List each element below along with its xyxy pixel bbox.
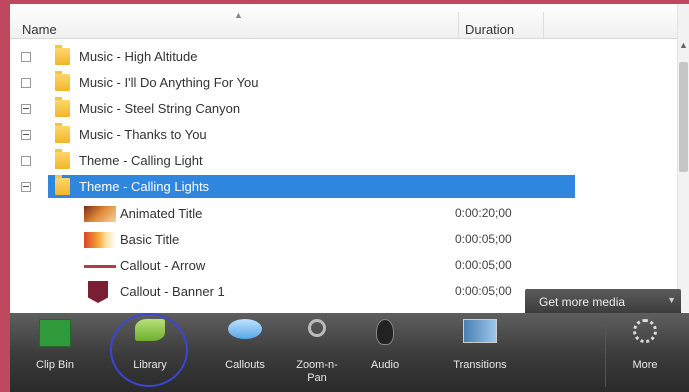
- media-item-label: Animated Title: [120, 206, 203, 221]
- chevron-down-icon: ▼: [667, 295, 676, 305]
- media-item-row[interactable]: Basic Title 0:00:05;00: [10, 227, 678, 253]
- expand-icon[interactable]: [21, 52, 31, 62]
- callout-banner-thumbnail: [88, 281, 108, 303]
- zoom-pan-tab[interactable]: Zoom-n- Pan: [282, 313, 352, 392]
- library-list[interactable]: Name ▲ Duration Music - High Altitude Mu…: [10, 4, 678, 312]
- clip-bin-tab[interactable]: Clip Bin: [10, 313, 100, 392]
- callouts-label: Callouts: [225, 359, 265, 371]
- duration-column-header[interactable]: Duration: [465, 22, 514, 37]
- vertical-scrollbar[interactable]: ▲: [677, 4, 689, 312]
- list-header: Name ▲ Duration: [10, 4, 678, 39]
- library-highlight-ring: [110, 313, 188, 387]
- expand-icon[interactable]: [21, 156, 31, 166]
- audio-label: Audio: [370, 359, 400, 371]
- folder-label: Music - I'll Do Anything For You: [79, 75, 259, 90]
- transitions-label: Transitions: [453, 359, 507, 371]
- zoom-pan-icon: [308, 319, 326, 337]
- more-tab[interactable]: More: [610, 313, 680, 392]
- clip-bin-label: Clip Bin: [36, 359, 74, 371]
- audio-tab[interactable]: Audio: [355, 313, 415, 392]
- get-more-media-label: Get more media: [539, 295, 626, 309]
- media-item-row[interactable]: Animated Title 0:00:20;00: [10, 201, 678, 227]
- transitions-tab[interactable]: Transitions: [430, 313, 530, 392]
- media-item-label: Basic Title: [120, 232, 180, 247]
- column-divider[interactable]: [543, 12, 544, 38]
- collapse-icon[interactable]: [21, 104, 31, 114]
- media-item-duration: 0:00:20;00: [455, 206, 512, 220]
- folder-icon: [55, 97, 70, 117]
- folder-label: Music - Thanks to You: [79, 127, 207, 142]
- toolbar-divider: [605, 319, 606, 387]
- callouts-icon: [228, 319, 262, 339]
- media-item-label: Callout - Arrow: [120, 258, 206, 273]
- folder-row[interactable]: Theme - Calling Light: [10, 148, 678, 174]
- get-more-media-button[interactable]: Get more media ▼: [525, 289, 681, 315]
- sort-arrow-icon: ▲: [234, 10, 243, 20]
- zoom-pan-label-line2: Pan: [307, 372, 327, 384]
- folder-icon: [55, 71, 70, 91]
- audio-icon: [376, 319, 394, 345]
- callouts-tab[interactable]: Callouts: [205, 313, 285, 392]
- folder-icon: [55, 123, 70, 143]
- folder-icon: [55, 45, 70, 65]
- folder-row[interactable]: Music - Steel String Canyon: [10, 96, 678, 122]
- folder-row[interactable]: Music - I'll Do Anything For You: [10, 70, 678, 96]
- clip-bin-icon: [39, 319, 71, 347]
- media-item-duration: 0:00:05;00: [455, 284, 512, 298]
- zoom-pan-label-line1: Zoom-n-: [296, 359, 338, 371]
- media-item-duration: 0:00:05;00: [455, 232, 512, 246]
- media-item-label: Callout - Banner 1: [120, 284, 225, 299]
- animated-title-thumbnail: [84, 206, 116, 222]
- scroll-thumb[interactable]: [679, 62, 688, 172]
- window-frame-left: [0, 0, 10, 392]
- name-column-header[interactable]: Name: [22, 22, 57, 37]
- media-item-duration: 0:00:05;00: [455, 258, 512, 272]
- folder-label: Music - High Altitude: [79, 49, 198, 64]
- transitions-icon: [463, 319, 497, 343]
- more-icon: [633, 319, 657, 343]
- scroll-up-icon[interactable]: ▲: [679, 40, 688, 50]
- folder-icon: [55, 149, 70, 169]
- folder-label: Theme - Calling Light: [79, 153, 203, 168]
- more-label: More: [632, 359, 658, 371]
- folder-row[interactable]: Music - Thanks to You: [10, 122, 678, 148]
- expand-icon[interactable]: [21, 78, 31, 88]
- collapse-icon[interactable]: [21, 130, 31, 140]
- folder-label: Theme - Calling Lights: [79, 179, 210, 194]
- collapse-icon[interactable]: [21, 182, 31, 192]
- basic-title-thumbnail: [84, 232, 116, 248]
- folder-icon: [55, 175, 70, 195]
- folder-row-selected[interactable]: Theme - Calling Lights: [10, 174, 678, 200]
- media-item-row[interactable]: Callout - Arrow 0:00:05;00: [10, 253, 678, 279]
- zoom-pan-label: Zoom-n- Pan: [282, 359, 352, 385]
- folder-row[interactable]: Music - High Altitude: [10, 44, 678, 70]
- column-divider[interactable]: [458, 12, 459, 38]
- callout-arrow-thumbnail: [84, 265, 116, 268]
- folder-label: Music - Steel String Canyon: [79, 101, 241, 116]
